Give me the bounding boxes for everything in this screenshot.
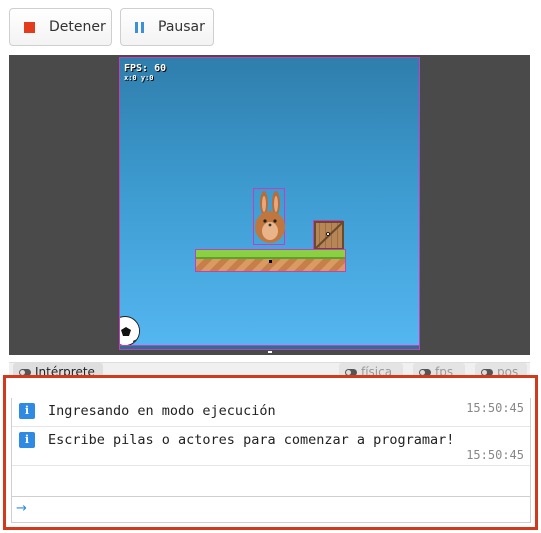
- log-entry: i Ingresando en modo ejecución 15:50:45: [12, 398, 530, 427]
- platform-grass: [196, 250, 345, 259]
- platform-actor[interactable]: [195, 249, 346, 272]
- console-log: i Ingresando en modo ejecución 15:50:45 …: [11, 398, 531, 523]
- log-message: Escribe pilas o actores para comenzar a …: [48, 432, 455, 448]
- log-timestamp: 15:50:45: [466, 448, 524, 462]
- game-bottom-edge: [120, 345, 419, 349]
- platform-center-marker: [269, 260, 272, 263]
- log-message: Ingresando en modo ejecución: [48, 403, 276, 419]
- pause-button-label: Pausar: [158, 19, 205, 35]
- log-entry: i Escribe pilas o actores para comenzar …: [12, 427, 530, 466]
- interpreter-console: i Ingresando en modo ejecución 15:50:45 …: [3, 375, 538, 530]
- bunny-icon: [255, 191, 285, 243]
- stop-icon: [24, 21, 35, 33]
- prompt-arrow-icon: →: [16, 501, 27, 516]
- ball-actor[interactable]: [120, 316, 140, 346]
- console-input[interactable]: [32, 499, 522, 519]
- log-timestamp: 15:50:45: [466, 401, 524, 415]
- bunny-actor[interactable]: [253, 188, 285, 245]
- soccer-ball-icon: [120, 318, 139, 345]
- crate-icon: [314, 221, 344, 250]
- fps-counter: FPS: 60: [124, 63, 167, 74]
- hud-coords: x:0 y:0: [124, 74, 154, 82]
- info-icon: i: [19, 432, 35, 448]
- crate-actor[interactable]: [313, 220, 344, 250]
- pause-icon: [135, 21, 144, 33]
- stop-button[interactable]: Detener: [9, 8, 112, 46]
- pause-button[interactable]: Pausar: [120, 8, 214, 46]
- game-canvas[interactable]: FPS: 60 x:0 y:0: [119, 57, 420, 350]
- hud: FPS: 60 x:0 y:0: [124, 63, 166, 82]
- stage-resize-handle[interactable]: [268, 351, 272, 353]
- console-input-line: →: [12, 496, 530, 522]
- info-icon: i: [19, 403, 35, 419]
- stop-button-label: Detener: [49, 19, 106, 35]
